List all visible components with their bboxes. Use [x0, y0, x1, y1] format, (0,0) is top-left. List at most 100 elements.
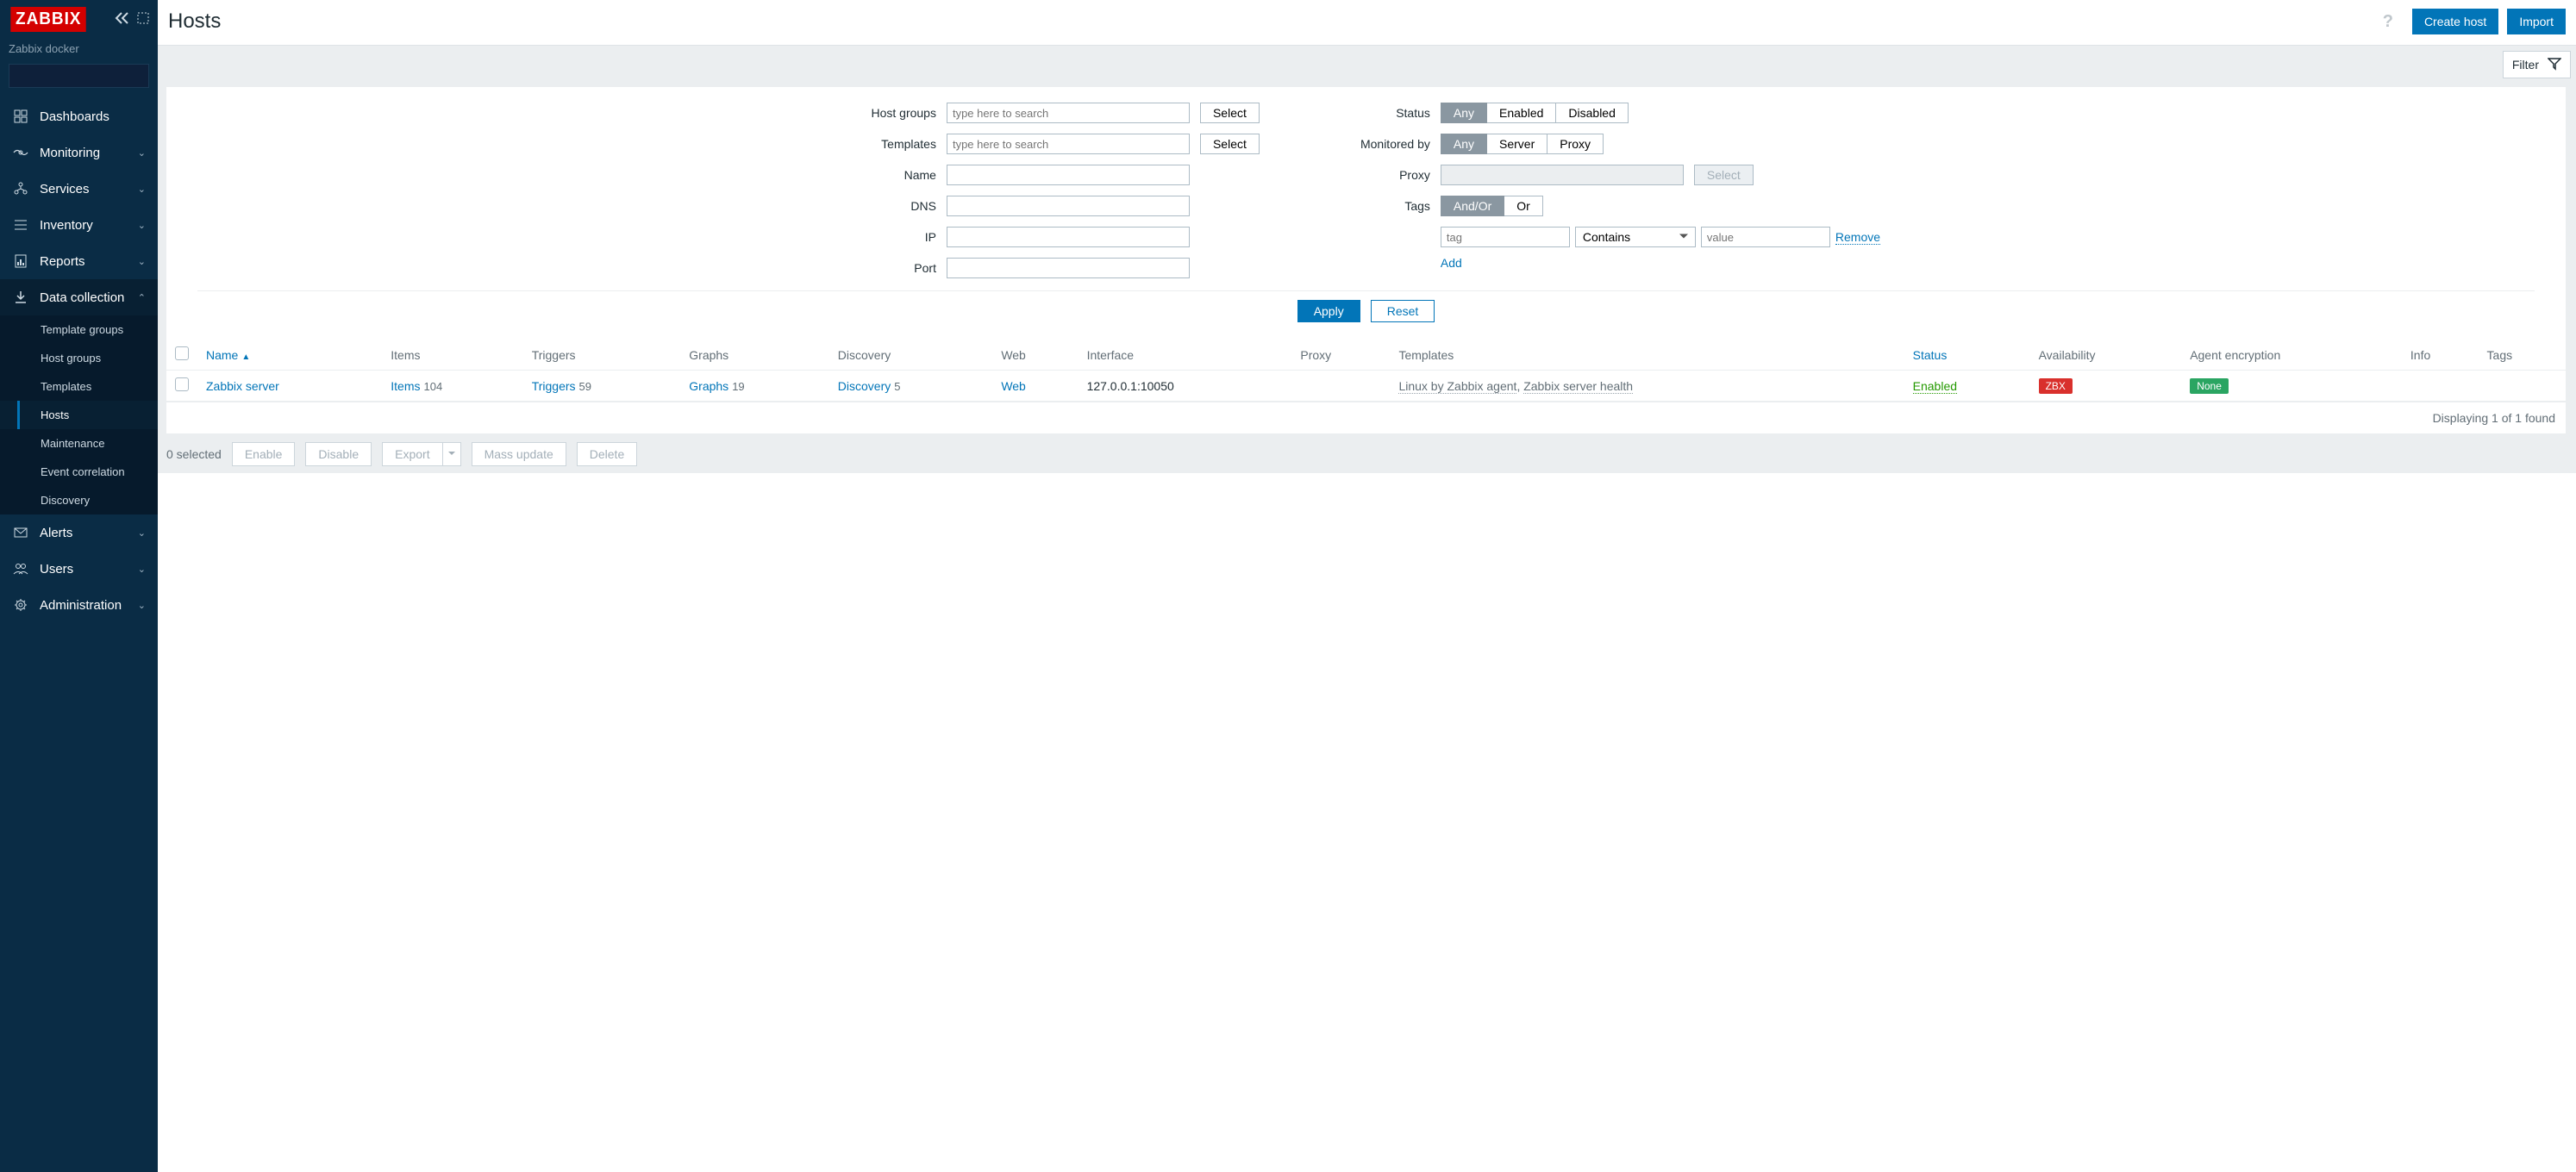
host-groups-input[interactable] [947, 103, 1190, 123]
discovery-link[interactable]: Discovery [838, 379, 891, 393]
apply-button[interactable]: Apply [1297, 300, 1360, 322]
col-tags: Tags [2479, 340, 2566, 371]
col-name[interactable]: Name [197, 340, 382, 371]
sub-template-groups[interactable]: Template groups [0, 315, 158, 344]
dns-input[interactable] [947, 196, 1190, 216]
chevron-down-icon: ⌄ [138, 527, 146, 539]
host-name-link[interactable]: Zabbix server [206, 379, 279, 393]
sub-discovery[interactable]: Discovery [0, 486, 158, 514]
users-icon [12, 563, 29, 575]
status-disabled[interactable]: Disabled [1556, 103, 1628, 123]
tags-andor[interactable]: And/Or [1441, 196, 1504, 216]
label-tags: Tags [1346, 196, 1441, 216]
reset-button[interactable]: Reset [1371, 300, 1435, 322]
reports-icon [12, 254, 29, 268]
status-toggle[interactable]: Enabled [1913, 379, 1957, 394]
label-name: Name [852, 165, 947, 185]
collapse-sidebar-icon[interactable] [115, 12, 130, 28]
proxy-input [1441, 165, 1684, 185]
search-box[interactable] [9, 64, 149, 88]
tag-add-link[interactable]: Add [1441, 256, 1462, 270]
col-agent-encryption: Agent encryption [2181, 340, 2402, 371]
port-input[interactable] [947, 258, 1190, 278]
label-proxy: Proxy [1346, 165, 1441, 185]
expand-icon[interactable] [137, 12, 149, 28]
nav-monitoring[interactable]: Monitoring ⌄ [0, 134, 158, 171]
search-input[interactable] [16, 69, 172, 84]
proxy-select-button: Select [1694, 165, 1754, 185]
label-port: Port [852, 258, 947, 278]
dashboards-icon [12, 109, 29, 123]
sub-hosts[interactable]: Hosts [0, 401, 158, 429]
nav-users[interactable]: Users ⌄ [0, 551, 158, 587]
tag-name-input[interactable] [1441, 227, 1570, 247]
sub-maintenance[interactable]: Maintenance [0, 429, 158, 458]
server-name: Zabbix docker [0, 35, 158, 64]
items-link[interactable]: Items [391, 379, 420, 393]
nav-data-collection[interactable]: Data collection ⌃ [0, 279, 158, 315]
table-header-row: Name Items Triggers Graphs Discovery Web… [166, 340, 2566, 371]
bulk-export-dropdown[interactable] [442, 442, 461, 466]
web-link[interactable]: Web [1001, 379, 1026, 393]
mon-server[interactable]: Server [1487, 134, 1547, 154]
monitored-segment: Any Server Proxy [1441, 134, 1604, 154]
triggers-link[interactable]: Triggers [532, 379, 576, 393]
data-collection-icon [12, 290, 29, 304]
availability-badge[interactable]: ZBX [2039, 378, 2073, 394]
encryption-badge: None [2190, 378, 2229, 394]
sub-templates[interactable]: Templates [0, 372, 158, 401]
status-enabled[interactable]: Enabled [1487, 103, 1556, 123]
host-groups-select-button[interactable]: Select [1200, 103, 1260, 123]
label-monitored-by: Monitored by [1346, 134, 1441, 154]
nav-dashboards[interactable]: Dashboards [0, 98, 158, 134]
mon-proxy[interactable]: Proxy [1547, 134, 1604, 154]
status-any[interactable]: Any [1441, 103, 1487, 123]
col-discovery: Discovery [829, 340, 993, 371]
nav-alerts[interactable]: Alerts ⌄ [0, 514, 158, 551]
table-footer: Displaying 1 of 1 found [166, 402, 2566, 433]
bulk-disable-button[interactable]: Disable [305, 442, 372, 466]
col-status[interactable]: Status [1904, 340, 2030, 371]
nav-reports[interactable]: Reports ⌄ [0, 243, 158, 279]
template-link-a[interactable]: Linux by Zabbix agent [1398, 379, 1516, 394]
label-host-groups: Host groups [852, 103, 947, 123]
tag-remove-link[interactable]: Remove [1835, 230, 1880, 245]
tag-value-input[interactable] [1701, 227, 1830, 247]
sub-event-correlation[interactable]: Event correlation [0, 458, 158, 486]
graphs-link[interactable]: Graphs [689, 379, 728, 393]
select-all-checkbox[interactable] [175, 346, 189, 360]
tags-or[interactable]: Or [1504, 196, 1543, 216]
import-button[interactable]: Import [2507, 9, 2566, 34]
template-link-b[interactable]: Zabbix server health [1523, 379, 1633, 394]
nav-inventory[interactable]: Inventory ⌄ [0, 207, 158, 243]
chevron-up-icon: ⌃ [138, 292, 146, 303]
label-dns: DNS [852, 196, 947, 216]
mon-any[interactable]: Any [1441, 134, 1487, 154]
gear-icon [12, 598, 29, 612]
info-cell [2402, 371, 2479, 402]
sub-host-groups[interactable]: Host groups [0, 344, 158, 372]
help-icon[interactable]: ? [2383, 12, 2393, 32]
tag-operator-select[interactable]: Contains [1575, 227, 1696, 247]
bulk-delete-button[interactable]: Delete [577, 442, 637, 466]
chevron-down-icon: ⌄ [138, 184, 146, 195]
bulk-export-button[interactable]: Export [382, 442, 441, 466]
logo[interactable]: ZABBIX [10, 7, 86, 32]
bulk-enable-button[interactable]: Enable [232, 442, 296, 466]
chevron-down-icon: ⌄ [138, 147, 146, 159]
ip-input[interactable] [947, 227, 1190, 247]
chevron-down-icon: ⌄ [138, 256, 146, 267]
status-segment: Any Enabled Disabled [1441, 103, 1629, 123]
nav-administration[interactable]: Administration ⌄ [0, 587, 158, 623]
col-availability: Availability [2030, 340, 2182, 371]
create-host-button[interactable]: Create host [2412, 9, 2498, 34]
bulk-mass-update-button[interactable]: Mass update [472, 442, 566, 466]
chevron-down-icon: ⌄ [138, 564, 146, 575]
templates-select-button[interactable]: Select [1200, 134, 1260, 154]
row-checkbox[interactable] [175, 377, 189, 391]
nav-services[interactable]: Services ⌄ [0, 171, 158, 207]
filter-toggle[interactable]: Filter [2503, 51, 2571, 78]
templates-input[interactable] [947, 134, 1190, 154]
chevron-down-icon: ⌄ [138, 600, 146, 611]
name-input[interactable] [947, 165, 1190, 185]
